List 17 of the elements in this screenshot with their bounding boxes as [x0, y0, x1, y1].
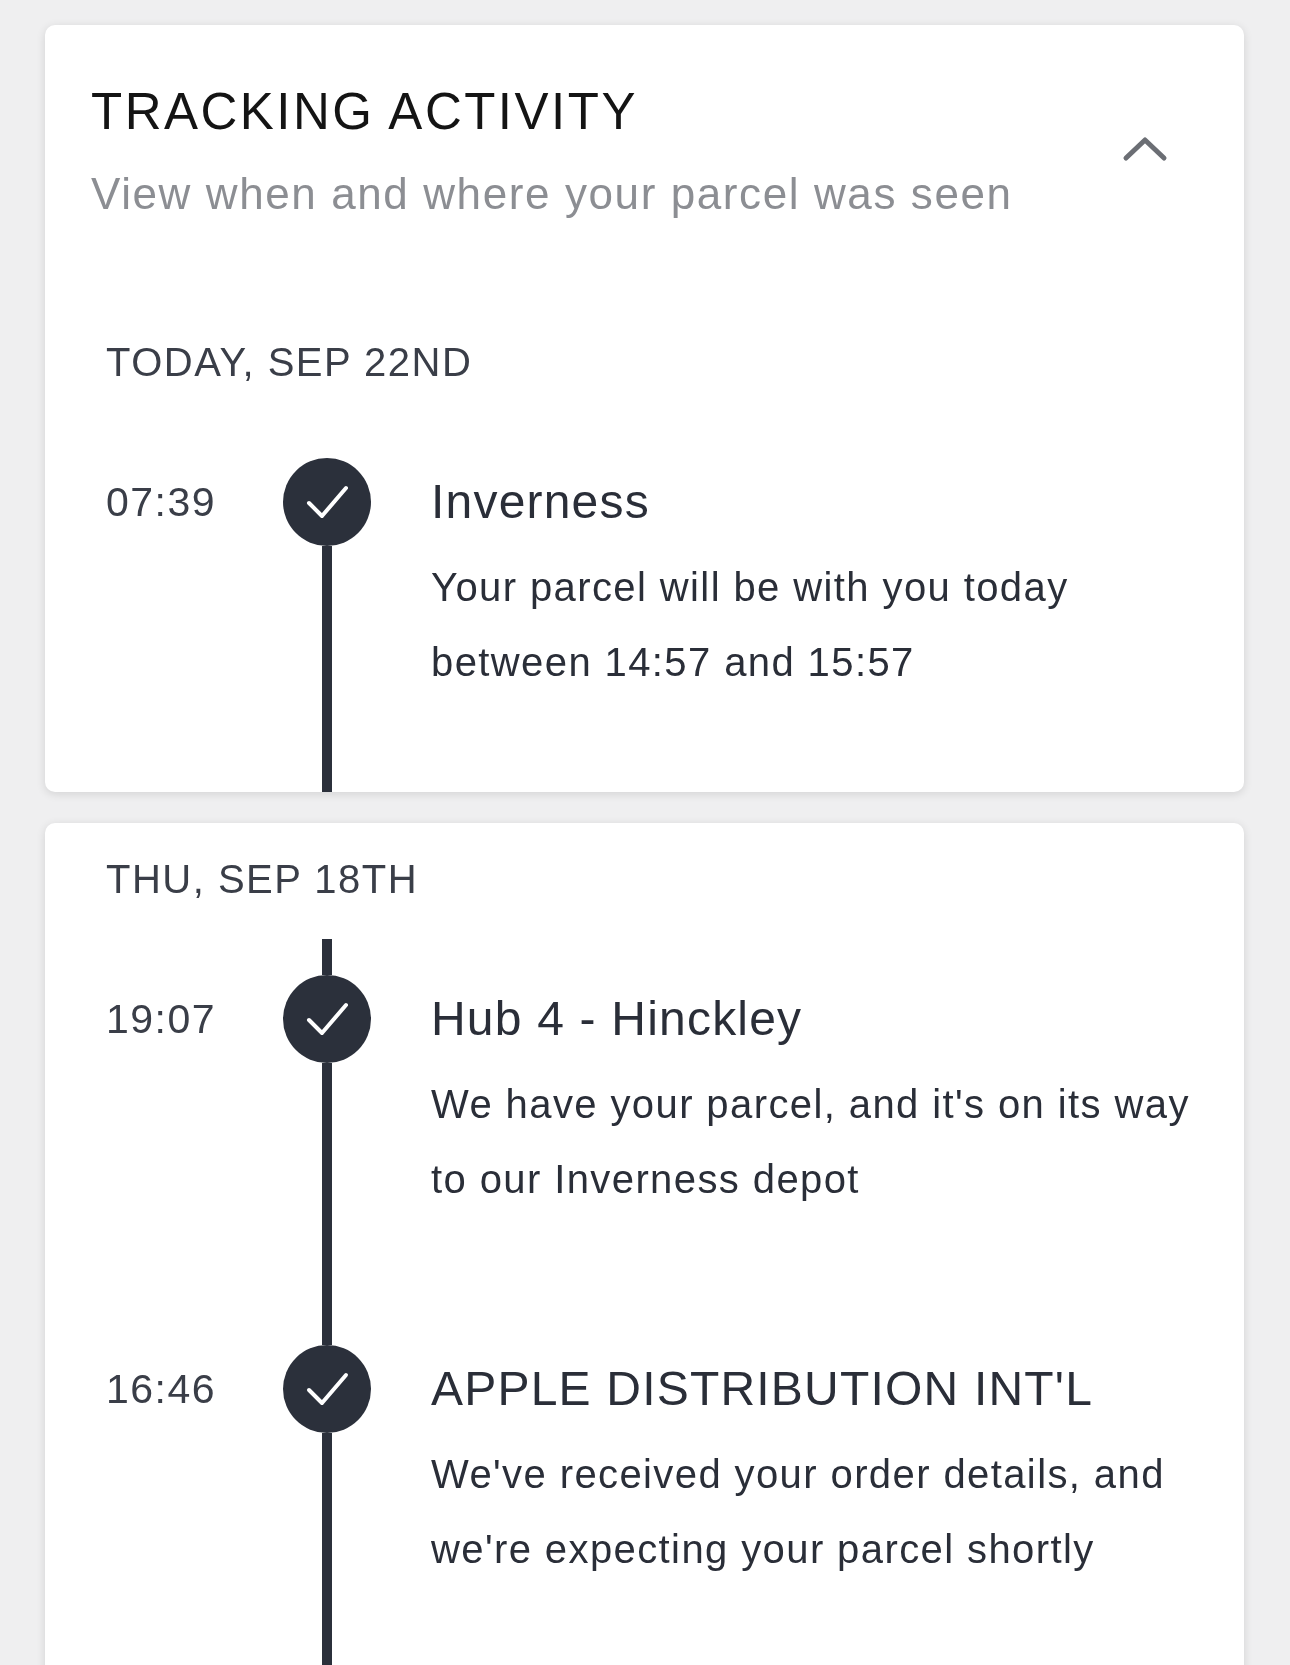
date-heading: THU, SEP 18TH	[105, 856, 420, 903]
check-circle-icon	[283, 975, 371, 1063]
event-time: 07:39	[105, 478, 218, 527]
collapse-chevron-icon[interactable]	[1122, 134, 1168, 162]
event-description: We've received your order details, and we're expecting your parcel shortly	[431, 1451, 1166, 1573]
date-heading: TODAY, SEP 22ND	[105, 339, 474, 386]
check-circle-icon	[283, 1345, 371, 1433]
event-time: 16:46	[105, 1365, 218, 1414]
event-location: Inverness	[431, 474, 651, 530]
event-description: Your parcel will be with you today between 14:57 and 15:57	[431, 564, 1070, 686]
event-description: We have your parcel, and it's on its way to our Inverness depot	[431, 1081, 1191, 1203]
event-time: 19:07	[105, 995, 218, 1044]
section-title: TRACKING ACTIVITY	[91, 82, 639, 142]
check-circle-icon	[283, 458, 371, 546]
section-subtitle: View when and where your parcel was seen	[91, 168, 1013, 220]
event-location: APPLE DISTRIBUTION INT'L	[431, 1361, 1095, 1417]
event-location: Hub 4 - Hinckley	[431, 991, 804, 1047]
